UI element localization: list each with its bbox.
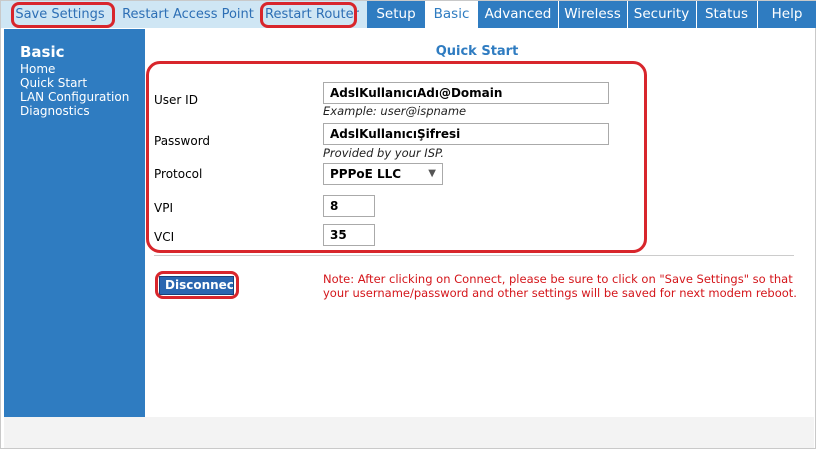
tab-help[interactable]: Help	[757, 1, 816, 28]
protocol-label: Protocol	[154, 167, 203, 181]
top-bar: Save Settings Restart Access Point Resta…	[1, 1, 816, 28]
user-id-hint: Example: user@ispname	[323, 104, 467, 118]
vpi-input[interactable]	[323, 195, 375, 217]
user-id-input[interactable]	[323, 82, 609, 104]
tab-wireless[interactable]: Wireless	[558, 1, 627, 28]
sidebar-item-diagnostics[interactable]: Diagnostics	[20, 104, 90, 118]
sidebar-title: Basic	[20, 43, 65, 61]
dropdown-arrow-icon: ▼	[428, 168, 436, 179]
sidebar: Basic Home Quick Start LAN Configuration…	[4, 29, 145, 417]
password-label: Password	[154, 134, 211, 148]
save-settings-note-line2: your username/password and other setting…	[323, 286, 797, 300]
router-admin-window: Save Settings Restart Access Point Resta…	[0, 0, 816, 449]
restart-router-button[interactable]: Restart Router	[257, 1, 367, 28]
footer-band	[4, 417, 814, 448]
nav-divider	[757, 1, 758, 28]
vci-input[interactable]	[323, 224, 375, 246]
protocol-selected-value: PPPoE LLC	[330, 167, 402, 181]
tab-security[interactable]: Security	[627, 1, 696, 28]
password-input[interactable]	[323, 123, 609, 145]
protocol-select[interactable]: PPPoE LLC ▼	[323, 163, 443, 185]
nav-divider	[696, 1, 697, 28]
nav-divider	[558, 1, 559, 28]
password-hint: Provided by your ISP.	[323, 146, 445, 160]
tab-advanced[interactable]: Advanced	[478, 1, 558, 28]
sidebar-item-quick-start[interactable]: Quick Start	[20, 76, 87, 90]
save-settings-button[interactable]: Save Settings	[1, 1, 119, 28]
restart-access-point-button[interactable]: Restart Access Point	[119, 1, 257, 28]
sidebar-item-home[interactable]: Home	[20, 62, 55, 76]
save-settings-note-line1: Note: After clicking on Connect, please …	[323, 272, 793, 286]
user-id-label: User ID	[154, 93, 198, 107]
disconnect-button[interactable]: Disconnect	[159, 276, 234, 295]
section-divider	[154, 255, 794, 256]
page-title: Quick Start	[435, 44, 519, 59]
sidebar-item-lan-configuration[interactable]: LAN Configuration	[20, 90, 129, 104]
vpi-label: VPI	[154, 201, 173, 215]
tab-status[interactable]: Status	[696, 1, 757, 28]
vci-label: VCI	[154, 230, 175, 244]
tab-basic[interactable]: Basic	[425, 1, 478, 28]
tab-setup[interactable]: Setup	[367, 1, 425, 28]
nav-divider	[627, 1, 628, 28]
